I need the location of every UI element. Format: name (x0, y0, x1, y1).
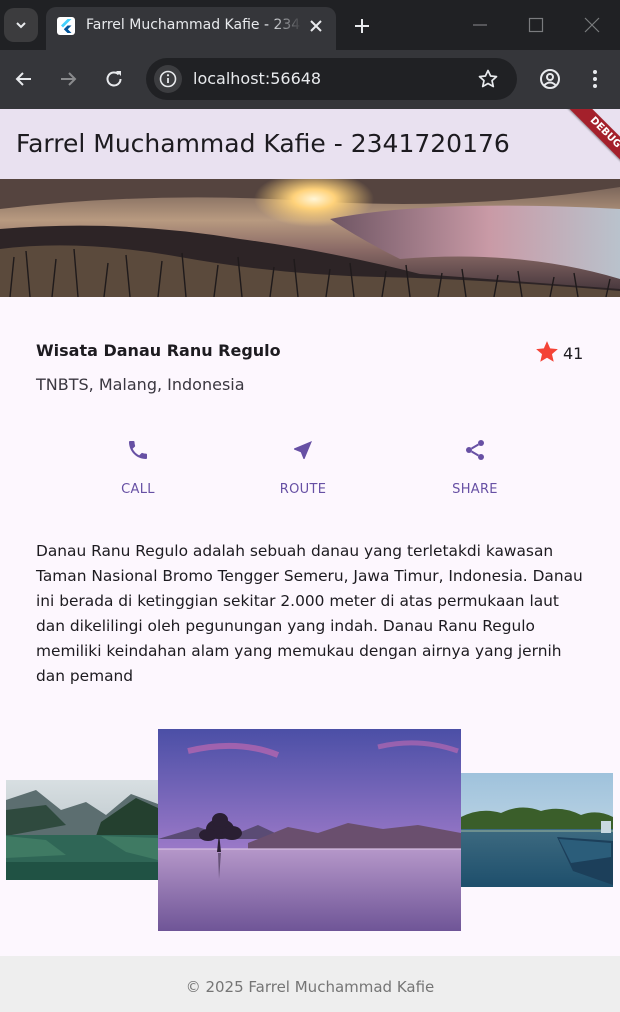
new-tab-icon[interactable] (350, 14, 374, 38)
star-icon (536, 341, 558, 362)
copyright-text: © 2025 Farrel Muchammad Kafie (185, 978, 435, 996)
back-arrow-icon[interactable] (12, 67, 36, 91)
profile-icon[interactable] (538, 67, 562, 91)
url-text: localhost:56648 (193, 69, 322, 88)
minimize-icon[interactable] (470, 15, 490, 35)
reload-icon[interactable] (102, 67, 126, 91)
browser-tab-bar: Farrel Muchammad Kafie - 2341720176 (0, 0, 620, 50)
call-button-label: CALL (121, 482, 155, 497)
gallery-image-mountain-lake[interactable] (6, 780, 158, 880)
gallery-image-lone-tree-lake[interactable] (158, 729, 461, 931)
route-button[interactable]: ROUTE (258, 436, 348, 506)
tab-search-button[interactable] (4, 8, 38, 42)
close-icon[interactable] (306, 16, 326, 36)
star-outline-icon[interactable] (476, 67, 500, 91)
share-button[interactable]: SHARE (430, 436, 520, 506)
gallery-image-boat-lake[interactable] (461, 773, 613, 887)
hero-lake-image (0, 179, 620, 297)
description-text: Danau Ranu Regulo adalah sebuah danau ya… (36, 542, 583, 685)
browser-toolbar: localhost:56648 (0, 50, 620, 109)
browser-tab[interactable]: Farrel Muchammad Kafie - 2341720176 (46, 7, 336, 50)
title-section: Wisata Danau Ranu Regulo TNBTS, Malang, … (36, 338, 586, 400)
site-info-icon[interactable] (154, 65, 182, 93)
window-close-icon[interactable] (582, 15, 602, 35)
call-button[interactable]: CALL (93, 436, 183, 506)
app-bar: Farrel Muchammad Kafie - 2341720176 DEBU… (0, 109, 620, 179)
route-button-label: ROUTE (279, 482, 327, 497)
share-icon (466, 440, 484, 460)
forward-arrow-icon[interactable] (56, 67, 80, 91)
app-title: Farrel Muchammad Kafie - 2341720176 (16, 129, 510, 158)
navigation-icon (294, 441, 312, 459)
address-bar[interactable]: localhost:56648 (146, 58, 517, 100)
debug-banner: DEBUG (553, 109, 620, 179)
tab-title: Farrel Muchammad Kafie - 2341720176 (86, 17, 302, 33)
place-name: Wisata Danau Ranu Regulo (36, 341, 281, 360)
flutter-icon (57, 17, 75, 35)
place-location: TNBTS, Malang, Indonesia (36, 375, 245, 394)
more-vert-icon[interactable] (583, 67, 607, 91)
chevron-down-icon (16, 22, 26, 29)
footer: © 2025 Farrel Muchammad Kafie (0, 956, 620, 1012)
maximize-icon[interactable] (526, 15, 546, 35)
rating-count: 41 (563, 344, 584, 363)
share-button-label: SHARE (452, 482, 498, 497)
phone-icon (129, 441, 147, 459)
